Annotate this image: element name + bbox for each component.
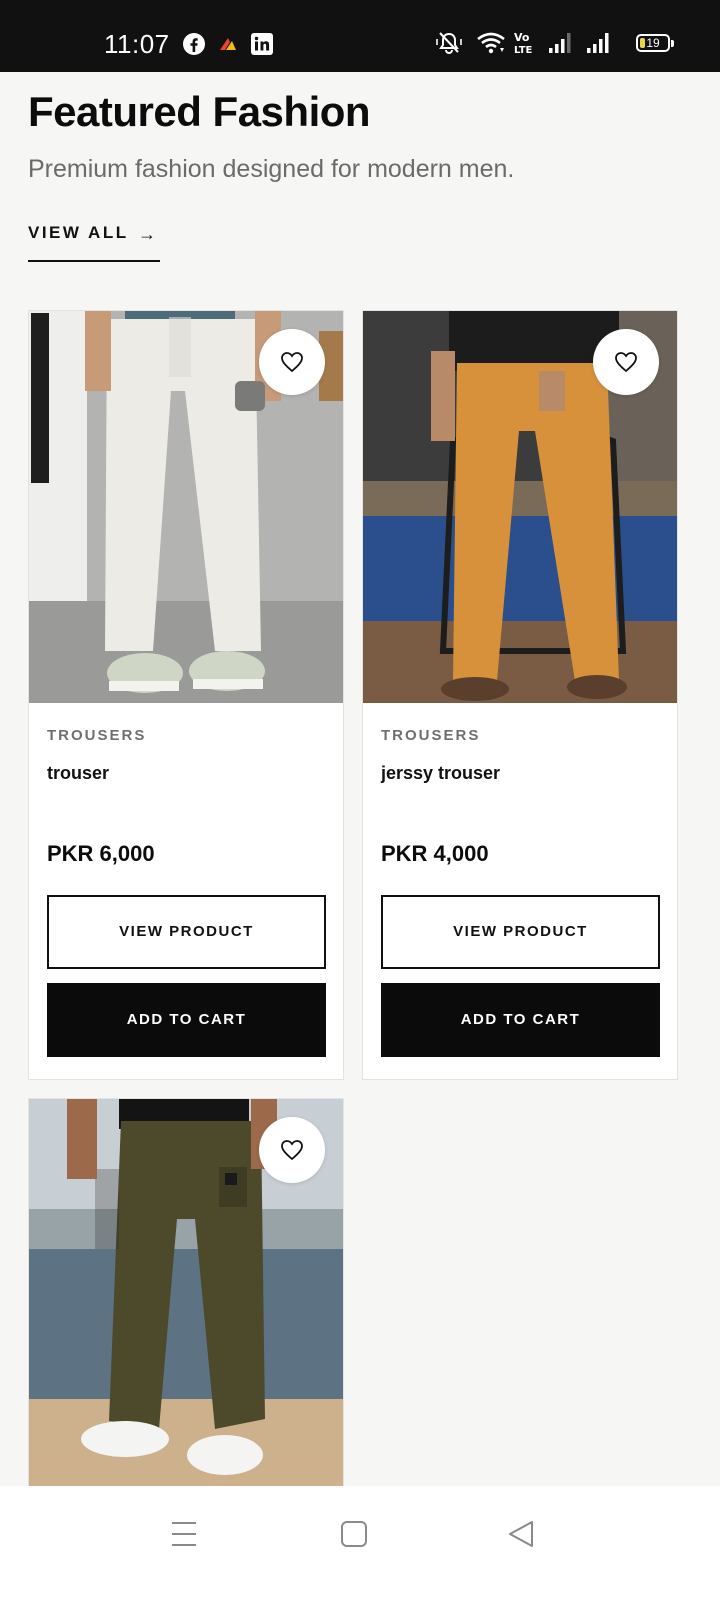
status-bar: 11:07 Vo LTE 19 [0,0,720,72]
product-image[interactable] [29,311,343,703]
product-category: TROUSERS [381,727,481,744]
wifi-icon [477,32,505,54]
product-card [28,1098,344,1498]
svg-text:LTE: LTE [514,45,533,56]
volte-icon: Vo LTE [514,31,533,56]
add-to-cart-button[interactable]: ADD TO CART [47,983,326,1057]
product-price: PKR 6,000 [47,841,155,866]
product-image[interactable] [29,1099,343,1491]
linkedin-icon [251,33,273,55]
home-square-icon[interactable] [334,1514,374,1554]
battery-tip [671,40,674,47]
status-time: 11:07 [104,29,170,59]
product-card: TROUSERS trouser PKR 6,000 VIEW PRODUCT … [28,310,344,1080]
signal-icon [549,33,571,53]
product-name[interactable]: trouser [47,763,109,784]
view-product-button[interactable]: VIEW PRODUCT [381,895,660,969]
heart-icon [281,1140,303,1161]
product-category: TROUSERS [47,727,147,744]
wishlist-button[interactable] [259,329,325,395]
wishlist-button[interactable] [259,1117,325,1183]
wishlist-button[interactable] [593,329,659,395]
product-price: PKR 4,000 [381,841,489,866]
view-all-label: VIEW ALL [28,223,129,242]
menu-icon[interactable] [164,1514,204,1554]
add-to-cart-button[interactable]: ADD TO CART [381,983,660,1057]
signal-icon [587,33,609,53]
view-product-button[interactable]: VIEW PRODUCT [47,895,326,969]
page-subtitle: Premium fashion designed for modern men. [28,155,515,183]
app-notification-icon [220,38,236,50]
system-nav-bar [0,1486,720,1600]
arrow-right-icon: → [138,224,156,244]
product-image[interactable] [363,311,677,703]
facebook-icon [183,33,205,55]
mute-icon [436,32,462,55]
product-name[interactable]: jerssy trouser [381,763,500,784]
view-all-link[interactable]: VIEW ALL → [28,220,160,262]
heart-icon [615,352,637,373]
page-title: Featured Fashion [28,88,371,135]
battery-level: 19 [646,36,660,50]
svg-text:Vo: Vo [514,31,530,44]
battery-icon: 19 [636,34,670,52]
product-card: TROUSERS jerssy trouser PKR 4,000 VIEW P… [362,310,678,1080]
heart-icon [281,352,303,373]
back-triangle-icon[interactable] [502,1514,542,1554]
